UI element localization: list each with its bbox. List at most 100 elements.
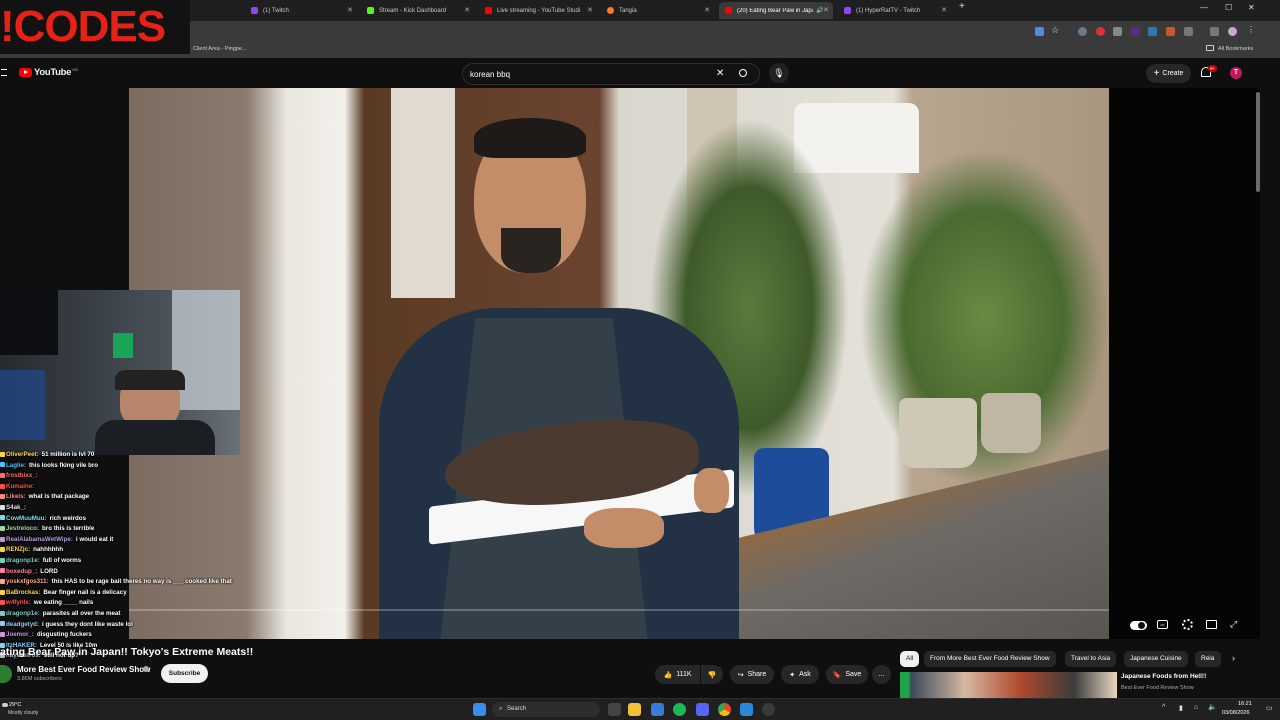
extension-icon[interactable]	[1148, 27, 1157, 36]
extension-icon[interactable]	[1078, 27, 1087, 36]
windows-start-icon[interactable]	[473, 703, 486, 716]
file-explorer-icon[interactable]	[628, 703, 641, 716]
obs-icon[interactable]	[762, 703, 775, 716]
chip-from-channel[interactable]: From More Best Ever Food Review Show	[924, 651, 1056, 667]
clock-date[interactable]: 03/08/2026	[1222, 710, 1250, 716]
app-icon[interactable]	[740, 703, 753, 716]
chat-badge-icon	[0, 557, 5, 563]
shield-icon[interactable]	[1113, 27, 1122, 36]
close-tab-icon[interactable]: ✕	[823, 6, 829, 14]
extension-icon[interactable]	[1096, 27, 1105, 36]
browser-tab[interactable]: Stream - Kick Dashboard ✕	[361, 2, 474, 19]
chip-all[interactable]: All	[900, 651, 920, 667]
task-view-icon[interactable]	[608, 703, 621, 716]
puzzle-icon[interactable]	[1184, 27, 1193, 36]
close-tab-icon[interactable]: ✕	[941, 6, 947, 14]
browser-tab[interactable]: (1) Twitch ✕	[245, 2, 357, 19]
mic-tray-icon[interactable]: ▮	[1179, 704, 1183, 712]
profile-avatar[interactable]	[1228, 27, 1237, 36]
video-progress-bar[interactable]	[129, 609, 1109, 611]
chat-badge-icon	[0, 547, 5, 553]
ask-button[interactable]: ✦ Ask	[781, 665, 819, 684]
scrollbar-thumb[interactable]	[1256, 92, 1260, 192]
hamburger-menu-icon[interactable]	[1, 69, 7, 76]
chat-username: CowMuuMuu:	[6, 514, 47, 522]
subscribe-button[interactable]: Subscribe	[161, 664, 208, 683]
clock-time[interactable]: 16:21	[1238, 701, 1252, 707]
chip-japanese-cuisine[interactable]: Japanese Cuisine	[1124, 651, 1188, 667]
volume-icon[interactable]: 🔈	[1208, 703, 1217, 711]
maximize-button[interactable]: ☐	[1225, 3, 1232, 12]
store-icon[interactable]	[651, 703, 664, 716]
microphone-icon[interactable]: 🎙	[769, 63, 789, 83]
minimize-button[interactable]: —	[1200, 3, 1208, 12]
autoplay-toggle[interactable]	[1130, 621, 1147, 630]
share-button[interactable]: ↪ Share	[730, 665, 774, 684]
region-code: GB	[72, 66, 78, 72]
close-tab-icon[interactable]: ✕	[587, 6, 593, 14]
channel-avatar[interactable]	[0, 665, 12, 683]
chat-message: boxedup_: LORD	[0, 567, 270, 578]
more-actions-button[interactable]: ...	[872, 665, 891, 684]
recommended-thumbnail[interactable]	[900, 672, 1117, 698]
chip-related[interactable]: Rela	[1195, 651, 1221, 667]
chat-badge-icon	[0, 621, 5, 627]
taskbar-search[interactable]: ⌕ Search	[492, 702, 600, 717]
weather-temp[interactable]: 29°C	[9, 702, 21, 708]
notifications-icon[interactable]: ▭	[1266, 704, 1273, 712]
video-player[interactable]	[129, 88, 1109, 639]
tray-chevron-icon[interactable]: ^	[1162, 704, 1165, 711]
chevron-right-icon[interactable]: ›	[1232, 653, 1235, 663]
captions-icon[interactable]: cc	[1157, 620, 1168, 629]
streamer-webcam	[0, 290, 240, 455]
spotify-icon[interactable]	[673, 703, 686, 716]
chat-text: bro this is terrible	[42, 525, 95, 533]
youtube-logo[interactable]: YouTube GB	[19, 67, 78, 78]
recommended-title[interactable]: Japanese Foods from Hell!!	[1121, 673, 1206, 680]
fullscreen-icon[interactable]: ⤢	[1230, 619, 1237, 630]
like-count: 111K	[676, 671, 692, 678]
chip-travel-asia[interactable]: Travel to Asia	[1065, 651, 1117, 667]
extension-icon[interactable]	[1131, 27, 1140, 36]
chat-badge-icon	[0, 451, 5, 457]
chat-text: i would eat it	[75, 535, 114, 543]
browser-tab-active[interactable]: (20) Eating Bear Paw in Japa 🔊 ✕	[719, 2, 833, 19]
thumbs-up-icon: 👍	[663, 671, 673, 679]
all-bookmarks[interactable]: All Bookmarks	[1218, 46, 1253, 52]
settings-gear-icon[interactable]	[1182, 619, 1193, 630]
close-window-button[interactable]: ✕	[1248, 3, 1255, 12]
create-button[interactable]: + Create	[1146, 64, 1191, 83]
chat-username: RealAlabamaWetWipe:	[6, 535, 73, 543]
browser-tab[interactable]: Live streaming - YouTube Studi ✕	[479, 2, 597, 19]
bookmark-star-icon[interactable]: ☆	[1051, 25, 1060, 35]
like-button[interactable]: 👍 111K	[655, 665, 700, 684]
bookmark-item[interactable]: Client Area - Pingpe...	[193, 46, 247, 52]
browser-tab[interactable]: (1) HyperRatTV - Twitch ✕	[838, 2, 951, 19]
extension-icon[interactable]	[1035, 27, 1044, 36]
chat-message: yoskxfgos311: this HAS to be rage bait th…	[0, 577, 270, 588]
menu-icon[interactable]	[1210, 27, 1219, 36]
youtube-studio-icon	[485, 7, 492, 14]
channel-name[interactable]: More Best Ever Food Review Show	[17, 665, 150, 674]
kebab-menu-icon[interactable]: ⋮	[1247, 25, 1256, 34]
clear-search-icon[interactable]: ✕	[716, 68, 724, 79]
dislike-button[interactable]: 👎	[701, 665, 723, 684]
page-scrollbar[interactable]	[1260, 58, 1280, 698]
close-tab-icon[interactable]: ✕	[464, 6, 470, 14]
search-icon[interactable]	[739, 69, 747, 77]
chat-message: BaBrockas: Bear finger nail is a delicacy	[0, 588, 270, 599]
miniplayer-icon[interactable]	[1206, 620, 1217, 629]
extension-icon[interactable]	[1166, 27, 1175, 36]
close-tab-icon[interactable]: ✕	[347, 6, 353, 14]
account-avatar[interactable]: T	[1230, 67, 1242, 79]
weather-desc[interactable]: Mostly cloudy	[8, 710, 38, 716]
chat-text: this HAS to be rage bait theres no way i…	[51, 578, 232, 586]
save-button[interactable]: 🔖 Save	[826, 665, 868, 684]
browser-tab[interactable]: Tangia ✕	[601, 2, 714, 19]
close-tab-icon[interactable]: ✕	[704, 6, 710, 14]
new-tab-button[interactable]: +	[959, 1, 965, 12]
network-icon[interactable]: ⌂	[1194, 704, 1198, 711]
chrome-icon[interactable]	[718, 703, 731, 716]
search-input[interactable]: korean bbq ✕	[462, 63, 760, 85]
discord-icon[interactable]	[696, 703, 709, 716]
